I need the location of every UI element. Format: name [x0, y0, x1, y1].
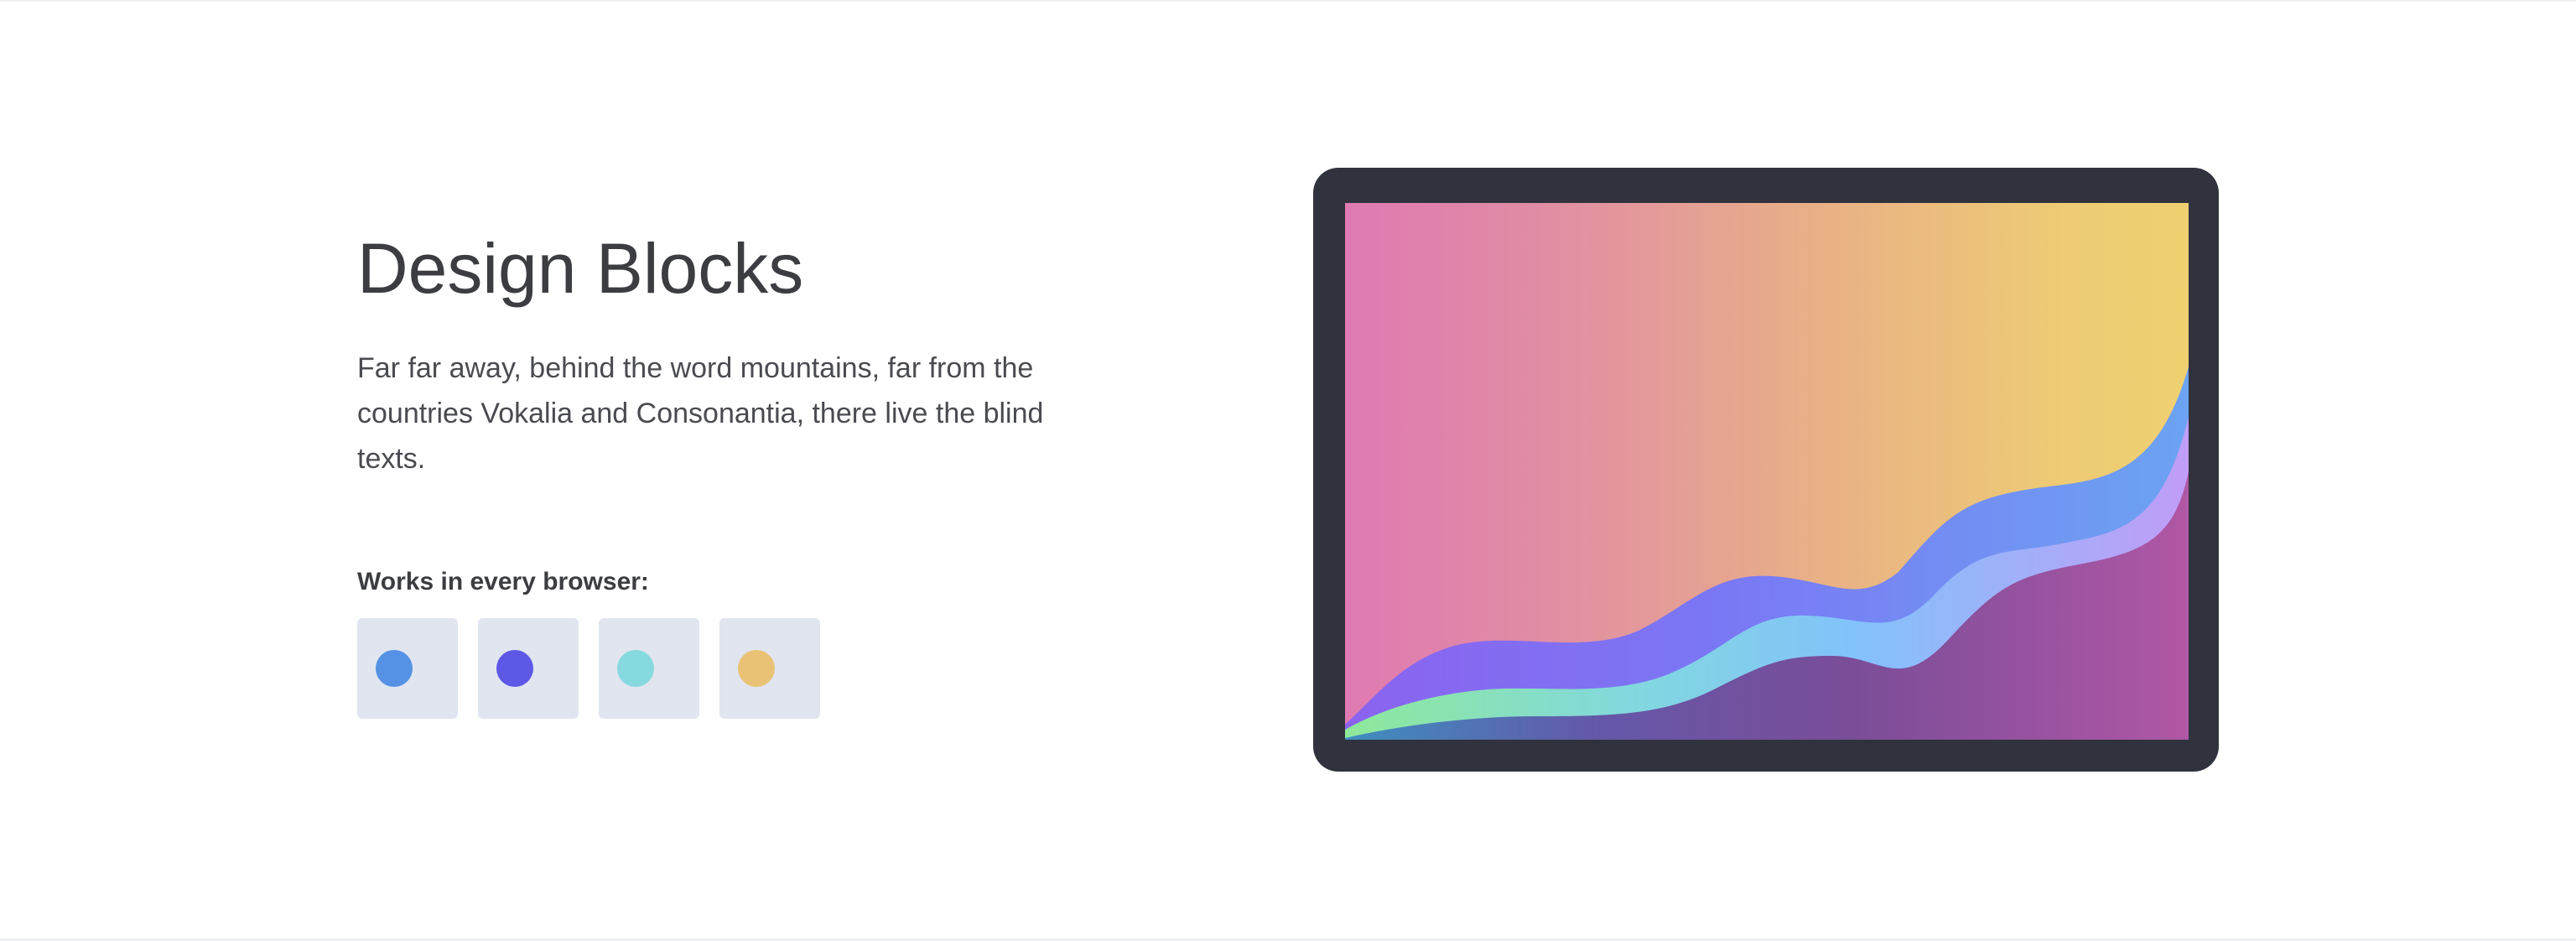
browser-4-icon: [738, 650, 775, 687]
browser-1-icon: [376, 650, 413, 687]
browser-tile-4[interactable]: [719, 618, 820, 719]
browser-tile-2[interactable]: [478, 618, 579, 719]
browsers-label: Works in every browser:: [357, 568, 649, 595]
hero-section: Design Blocks Far far away, behind the w…: [357, 226, 1112, 481]
browser-2-icon: [496, 650, 533, 687]
browser-tile-3[interactable]: [599, 618, 699, 719]
tablet-screen-illustration: [1345, 203, 2189, 740]
wave-artwork: [1345, 203, 2189, 740]
page-title: Design Blocks: [357, 229, 804, 308]
browser-tile-1[interactable]: [357, 618, 458, 719]
hero-description: Far far away, behind the word mountains,…: [357, 352, 1044, 475]
top-divider: [0, 0, 2576, 2]
browser-list: [357, 618, 820, 719]
browser-3-icon: [617, 650, 654, 687]
tablet-device-frame: [1313, 168, 2219, 772]
